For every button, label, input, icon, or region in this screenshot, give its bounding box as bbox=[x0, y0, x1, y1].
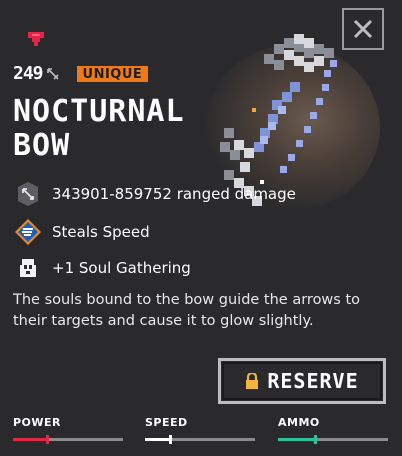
item-description: The souls bound to the bow guide the arr… bbox=[13, 292, 361, 329]
meter-marker bbox=[46, 435, 49, 444]
meter-ammo: AMMO bbox=[278, 416, 388, 444]
stat-text: 343901-859752 ranged damage bbox=[52, 185, 296, 203]
stat-ranged-damage: 343901-859752 ranged damage bbox=[14, 180, 296, 208]
meter-label: POWER bbox=[13, 416, 62, 429]
meter-track bbox=[13, 435, 123, 444]
meter-marker bbox=[169, 435, 173, 444]
meter-power: POWER bbox=[13, 416, 123, 444]
item-details-panel: 249 UNIQUE NOCTURNAL BOW 343901-859752 r… bbox=[0, 0, 402, 456]
meter-speed: SPEED bbox=[145, 416, 255, 444]
close-icon bbox=[353, 19, 373, 39]
speed-enchant-icon bbox=[14, 218, 42, 246]
stat-steals-speed: Steals Speed bbox=[14, 218, 150, 246]
power-value: 249 bbox=[13, 63, 43, 84]
stat-soul-gathering: +1 Soul Gathering bbox=[14, 254, 191, 282]
close-button[interactable] bbox=[342, 8, 384, 50]
ranged-power-icon bbox=[46, 67, 59, 80]
reserve-button[interactable]: RESERVE bbox=[218, 358, 386, 404]
item-name: NOCTURNAL BOW bbox=[13, 94, 185, 163]
power-row: 249 UNIQUE bbox=[13, 63, 149, 84]
stat-text: Steals Speed bbox=[52, 223, 150, 241]
rarity-badge: UNIQUE bbox=[76, 65, 149, 82]
meter-label: AMMO bbox=[278, 416, 320, 429]
reserve-label: RESERVE bbox=[267, 369, 359, 393]
stat-text: +1 Soul Gathering bbox=[52, 259, 191, 277]
soul-icon bbox=[14, 254, 42, 282]
lock-icon bbox=[246, 373, 259, 389]
ranged-damage-icon bbox=[14, 180, 42, 208]
rarity-gem-icon bbox=[28, 32, 44, 46]
meter-label: SPEED bbox=[145, 416, 188, 429]
meter-track bbox=[145, 435, 255, 444]
meter-track bbox=[278, 435, 388, 444]
meter-marker bbox=[314, 435, 318, 444]
